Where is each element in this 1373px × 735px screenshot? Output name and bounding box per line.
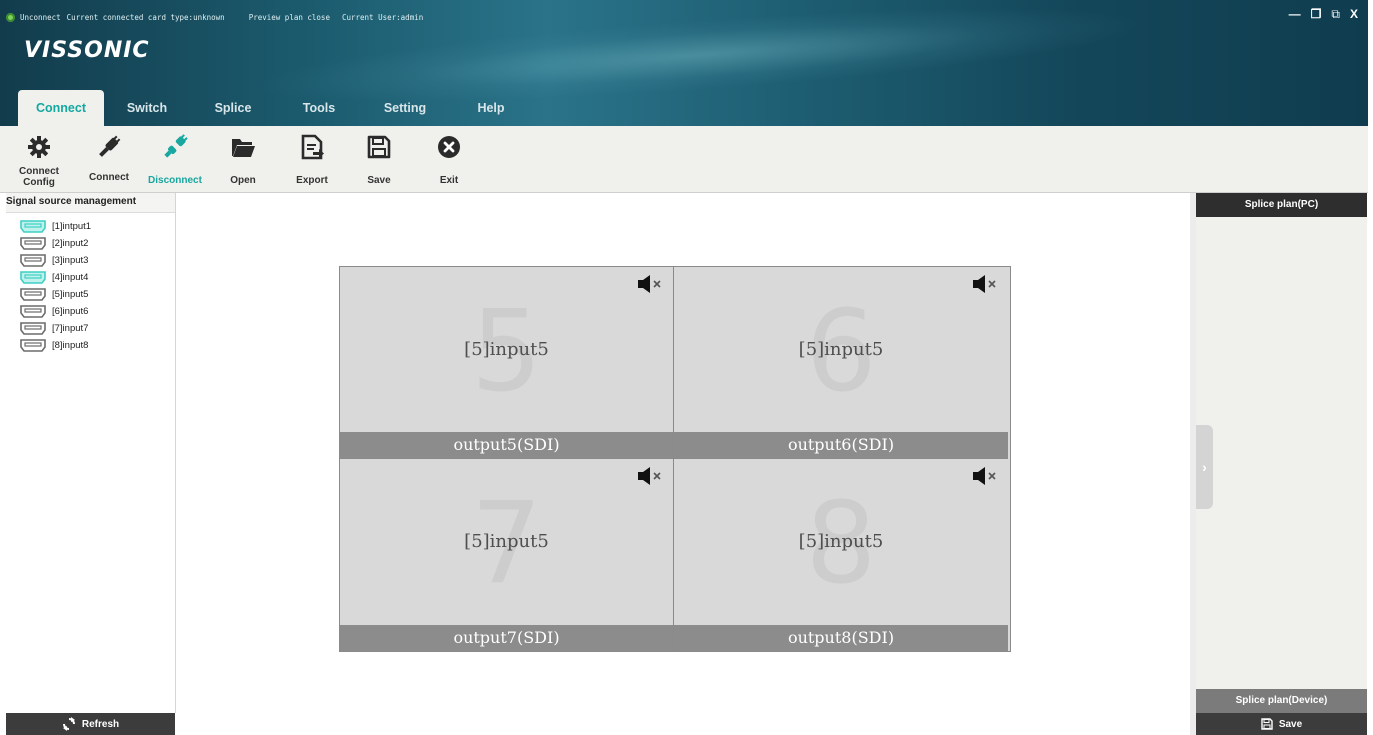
popout-icon[interactable]: ⧉ [1331, 6, 1340, 22]
connect-label: Connect [89, 172, 129, 183]
save-button[interactable]: Save [362, 126, 396, 192]
hdmi-port-icon [20, 254, 46, 267]
signal-source-label: [2]input2 [52, 238, 89, 249]
splice-plan-panel: Splice plan(PC) › Splice plan(Device) Sa… [1196, 193, 1367, 735]
app-icon [6, 12, 15, 22]
signal-source-label: [7]input7 [52, 323, 89, 334]
output-grid: 5 [5]input5 output5(SDI) 6 [5]input5 output6(… [339, 266, 1011, 652]
mute-icon[interactable] [637, 467, 665, 485]
signal-source-label: [1]intput1 [52, 221, 92, 232]
hdmi-port-icon [20, 305, 46, 318]
panel-expand-handle[interactable]: › [1196, 425, 1213, 509]
output-name-bar: output8(SDI) [674, 625, 1008, 651]
open-label: Open [230, 175, 256, 186]
output-name-bar: output6(SDI) [674, 432, 1008, 458]
output-input-label: [5]input5 [798, 531, 884, 552]
hdmi-port-icon [20, 339, 46, 352]
mute-icon[interactable] [972, 467, 1000, 485]
signal-source-panel: Signal source management [1]intput1 [2]in… [6, 193, 176, 713]
hdmi-port-icon [20, 220, 46, 233]
output-cell[interactable]: 5 [5]input5 output5(SDI) [340, 267, 674, 459]
window-controls: — ❐ ⧉ X [1289, 6, 1358, 22]
signal-source-title: Signal source management [6, 193, 175, 213]
signal-source-item[interactable]: [5]input5 [6, 286, 175, 303]
output-cell[interactable]: 8 [5]input5 output8(SDI) [674, 459, 1008, 651]
output-name-bar: output5(SDI) [340, 432, 673, 458]
tab-setting[interactable]: Setting [362, 90, 448, 126]
output-name-bar: output7(SDI) [340, 625, 673, 651]
exit-label: Exit [439, 175, 459, 186]
refresh-icon [62, 717, 75, 731]
signal-source-item[interactable]: [6]input6 [6, 303, 175, 320]
output-cell[interactable]: 6 [5]input5 output6(SDI) [674, 267, 1008, 459]
splice-plan-pc-header[interactable]: Splice plan(PC) [1196, 193, 1367, 217]
signal-source-label: [3]input3 [52, 255, 89, 266]
minimize-icon[interactable]: — [1289, 6, 1301, 22]
tab-tools[interactable]: Tools [276, 90, 362, 126]
splice-plan-device-header[interactable]: Splice plan(Device) [1196, 689, 1367, 713]
folder-open-icon [232, 139, 255, 157]
output-input-label: [5]input5 [464, 339, 549, 360]
connect-config-button[interactable]: Connect Config [18, 126, 60, 192]
signal-source-item[interactable]: [7]input7 [6, 320, 175, 337]
signal-source-item[interactable]: [8]input8 [6, 337, 175, 354]
signal-source-label: [6]input6 [52, 306, 89, 317]
output-input-label: [5]input5 [464, 531, 549, 552]
floppy-small-icon [1261, 718, 1273, 730]
mute-icon[interactable] [637, 275, 665, 293]
output-input-label: [5]input5 [798, 339, 884, 360]
preview-status: Preview plan close [248, 12, 330, 22]
mute-icon[interactable] [972, 275, 1000, 293]
hdmi-port-icon [20, 322, 46, 335]
connect-config-label: Connect Config [19, 166, 59, 188]
open-button[interactable]: Open [226, 126, 260, 192]
output-cell[interactable]: 7 [5]input5 output7(SDI) [340, 459, 674, 651]
restore-icon[interactable]: ❐ [1311, 6, 1322, 22]
tab-help[interactable]: Help [448, 90, 534, 126]
close-icon[interactable]: X [1350, 6, 1358, 22]
current-user: Current User:admin [341, 12, 424, 22]
title-bar: Unconnect Current connected card type:un… [0, 0, 1368, 126]
main-tabs: Connect Switch Splice Tools Setting Help [18, 90, 534, 126]
tab-splice[interactable]: Splice [190, 90, 276, 126]
refresh-label: Refresh [81, 718, 120, 730]
splice-save-button[interactable]: Save [1196, 713, 1367, 735]
connection-status: Unconnect [20, 12, 61, 22]
signal-source-item[interactable]: [2]input2 [6, 235, 175, 252]
unplug-icon [164, 134, 188, 158]
signal-source-item[interactable]: [3]input3 [6, 252, 175, 269]
floppy-icon [367, 135, 391, 159]
exit-icon [438, 136, 460, 158]
chevron-right-icon: › [1202, 459, 1207, 475]
signal-source-list: [1]intput1 [2]input2 [3]input3 [4]input4 [5]… [6, 218, 175, 354]
splice-save-label: Save [1278, 718, 1303, 730]
save-label: Save [367, 175, 391, 186]
export-icon [301, 134, 324, 160]
signal-source-item[interactable]: [4]input4 [6, 269, 175, 286]
tab-switch[interactable]: Switch [104, 90, 190, 126]
splice-plan-pc-list [1196, 217, 1367, 689]
export-button[interactable]: Export [294, 126, 330, 192]
vissonic-logo: VISSONIC [24, 38, 150, 63]
signal-source-label: [8]input8 [52, 340, 89, 351]
toolbar: Connect Config Connect Disconnect Open E… [0, 126, 1368, 193]
disconnect-button[interactable]: Disconnect [148, 126, 202, 192]
signal-source-label: [4]input4 [52, 272, 89, 283]
export-label: Export [296, 175, 328, 186]
hdmi-port-icon [20, 288, 46, 301]
card-type-status: Current connected card type:unknown [66, 12, 225, 22]
refresh-button[interactable]: Refresh [6, 713, 175, 735]
signal-source-item[interactable]: [1]intput1 [6, 218, 175, 235]
hdmi-port-icon [20, 237, 46, 250]
status-line: Unconnect Current connected card type:un… [6, 10, 429, 24]
hdmi-port-icon [20, 271, 46, 284]
connect-button[interactable]: Connect [86, 126, 132, 192]
signal-source-label: [5]input5 [52, 289, 89, 300]
disconnect-label: Disconnect [148, 175, 202, 186]
exit-button[interactable]: Exit [432, 126, 466, 192]
tab-connect[interactable]: Connect [18, 90, 104, 126]
gear-icon [28, 136, 50, 158]
plug-icon [99, 135, 121, 157]
